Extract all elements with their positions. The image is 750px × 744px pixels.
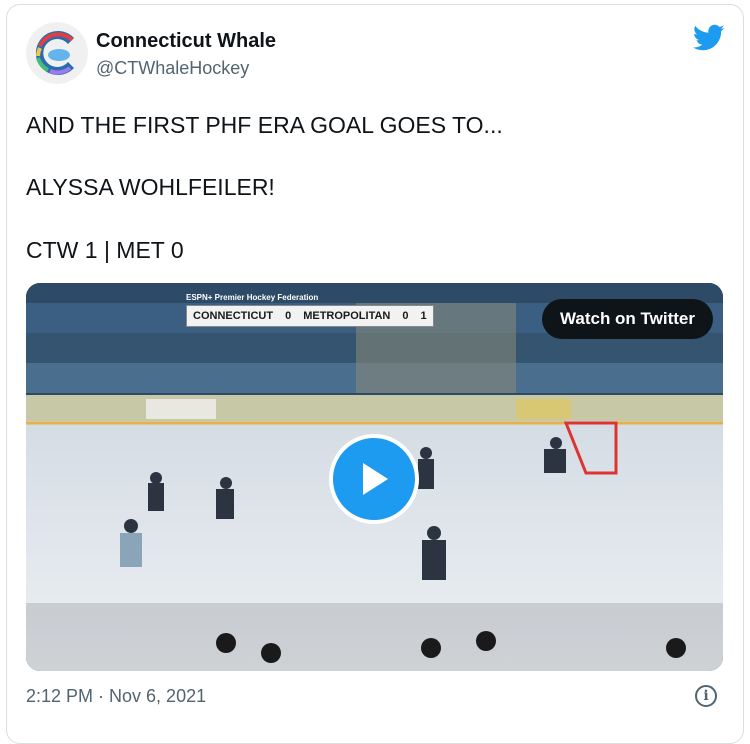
tweet-timestamp[interactable]: 2:12 PM · Nov 6, 2021 (26, 686, 206, 707)
scorebug: CONNECTICUT 0 METROPOLITAN 0 1 (186, 305, 434, 327)
whale-logo (26, 22, 88, 84)
tweet-text-line-1: AND THE FIRST PHF ERA GOAL GOES TO... (26, 112, 503, 138)
period-indicator: 1 (420, 310, 427, 322)
author-avatar[interactable] (26, 22, 88, 84)
info-icon[interactable]: i (695, 685, 717, 707)
score-home: 0 (285, 310, 292, 322)
video-player[interactable]: ESPN+ Premier Hockey Federation CONNECTI… (26, 283, 723, 671)
play-icon (363, 463, 388, 495)
broadcast-label: ESPN+ Premier Hockey Federation (186, 293, 319, 302)
watch-on-twitter-button[interactable]: Watch on Twitter (541, 299, 713, 339)
team-home: CONNECTICUT (193, 310, 274, 322)
team-away: METROPOLITAN (303, 310, 391, 322)
twitter-bird-icon[interactable] (693, 24, 725, 52)
play-button[interactable] (329, 434, 419, 524)
author-name[interactable]: Connecticut Whale (96, 30, 276, 53)
author-handle[interactable]: @CTWhaleHockey (96, 58, 249, 79)
tweet-text-line-3: CTW 1 | MET 0 (26, 237, 184, 263)
score-away: 0 (402, 310, 409, 322)
tweet-text-line-2: ALYSSA WOHLFEILER! (26, 174, 275, 200)
